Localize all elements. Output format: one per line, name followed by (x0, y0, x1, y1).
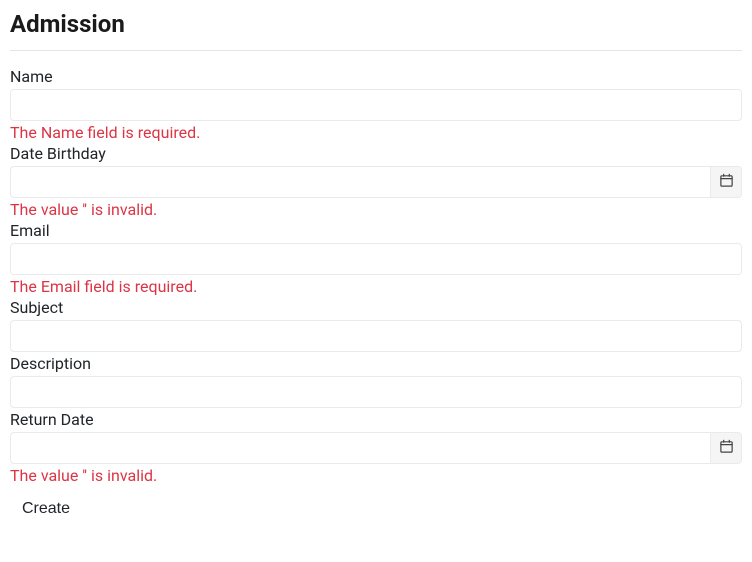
return-date-error: The value '' is invalid. (10, 466, 742, 485)
date-birthday-input[interactable] (10, 166, 710, 198)
admission-form: Name The Name field is required. Date Bi… (10, 67, 742, 524)
name-label: Name (10, 67, 742, 86)
return-date-label: Return Date (10, 410, 742, 429)
email-error: The Email field is required. (10, 277, 742, 296)
subject-input[interactable] (10, 320, 742, 352)
calendar-icon (719, 173, 734, 191)
page-title: Admission (10, 10, 742, 38)
date-birthday-label: Date Birthday (10, 144, 742, 163)
name-input[interactable] (10, 89, 742, 121)
calendar-icon (719, 439, 734, 457)
date-birthday-error: The value '' is invalid. (10, 200, 742, 219)
return-date-picker-button[interactable] (710, 432, 742, 464)
description-input[interactable] (10, 376, 742, 408)
return-date-input[interactable] (10, 432, 710, 464)
email-label: Email (10, 221, 742, 240)
email-input[interactable] (10, 243, 742, 275)
name-error: The Name field is required. (10, 123, 742, 142)
create-button[interactable]: Create (10, 494, 82, 524)
subject-label: Subject (10, 298, 742, 317)
divider (10, 50, 742, 51)
description-label: Description (10, 354, 742, 373)
date-birthday-picker-button[interactable] (710, 166, 742, 198)
